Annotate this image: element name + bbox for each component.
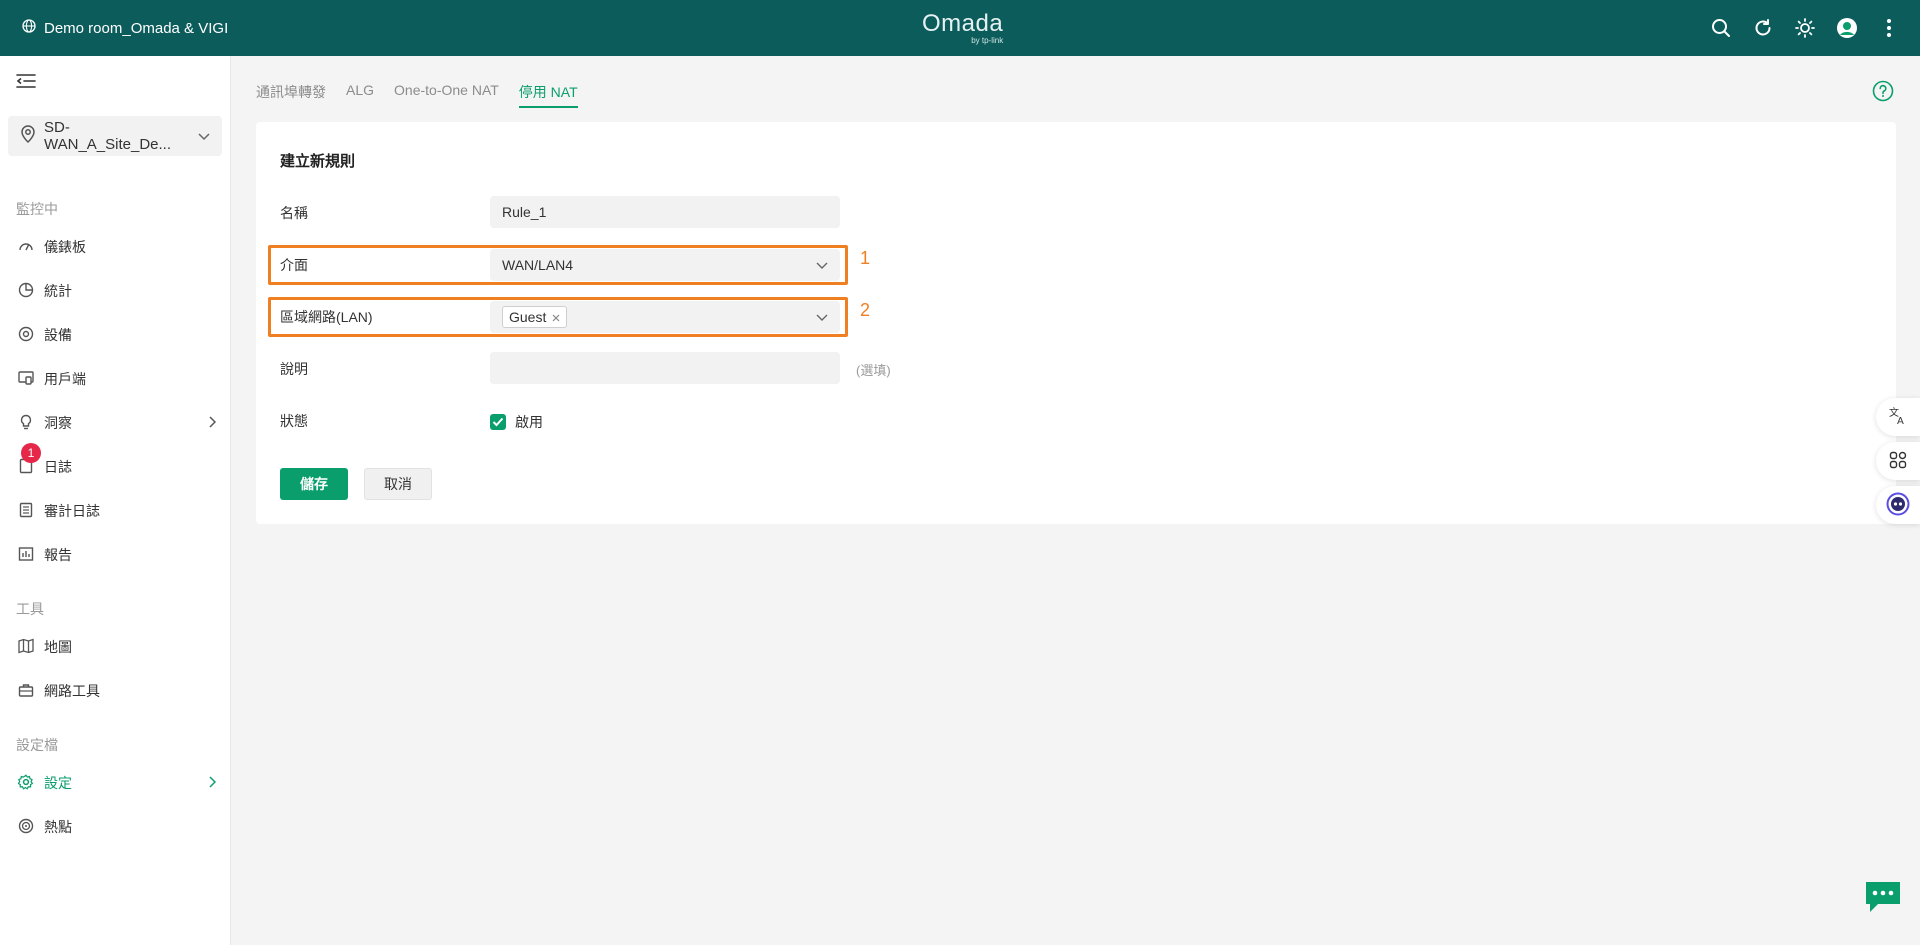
sidebar-item-label: 設定 — [44, 775, 72, 791]
sidebar-item-label: 報告 — [44, 547, 72, 563]
tab-alg[interactable]: ALG — [346, 82, 374, 108]
interface-select[interactable]: WAN/LAN4 — [490, 249, 840, 281]
logo-sub: by tp-link — [971, 36, 1004, 45]
create-rule-card: 建立新規則 名稱 Rule_1 1 介面 WAN/LAN4 2 區域網路(LAN… — [256, 122, 1896, 524]
section-config: 設定檔 — [16, 737, 58, 753]
site-selector-label: SD-WAN_A_Site_De... — [44, 119, 171, 153]
assistant-widget[interactable] — [1876, 486, 1920, 524]
cancel-button[interactable]: 取消 — [364, 468, 432, 500]
sidebar-item-clients[interactable]: 用戶端 — [0, 361, 230, 397]
sidebar-item-label: 統計 — [44, 283, 72, 299]
sidebar-item-devices[interactable]: 設備 — [0, 317, 230, 353]
sidebar-item-label: 地圖 — [44, 639, 72, 655]
refresh-icon[interactable] — [1752, 17, 1774, 39]
lan-multiselect[interactable]: Guest — [490, 301, 840, 333]
collapse-menu-icon[interactable] — [16, 72, 38, 94]
tab-one-to-one-nat[interactable]: One-to-One NAT — [394, 82, 499, 108]
lightbulb-icon — [18, 414, 34, 433]
globe-icon — [22, 19, 36, 37]
interface-label: 介面 — [280, 257, 308, 273]
chat-support-icon[interactable] — [1864, 880, 1902, 914]
audit-list-icon — [18, 502, 34, 521]
chevron-down-icon — [816, 309, 828, 325]
logo-brand: Omada — [922, 10, 1004, 37]
sidebar-item-statistics[interactable]: 統計 — [0, 273, 230, 309]
section-tools: 工具 — [16, 601, 44, 617]
annotation-number-2: 2 — [860, 300, 871, 320]
search-icon[interactable] — [1710, 17, 1732, 39]
interface-select-value: WAN/LAN4 — [502, 257, 574, 273]
enable-checkbox[interactable]: 啟用 — [490, 412, 543, 432]
description-label: 說明 — [280, 361, 308, 377]
section-monitoring: 監控中 — [16, 201, 58, 217]
save-button[interactable]: 儲存 — [280, 468, 348, 500]
sidebar-item-label: 設備 — [44, 327, 72, 343]
site-title[interactable]: Demo room_Omada & VIGI — [22, 0, 228, 56]
lan-label: 區域網路(LAN) — [280, 309, 373, 325]
sidebar-item-label: 儀錶板 — [44, 239, 86, 255]
chevron-right-icon — [208, 415, 217, 431]
nat-tabs: 通訊埠轉發 ALG One-to-One NAT 停用 NAT — [256, 82, 578, 108]
form-title: 建立新規則 — [280, 153, 356, 170]
svg-text:A: A — [1897, 416, 1904, 426]
sidebar-item-label: 日誌 — [44, 459, 72, 475]
sidebar-item-label: 熱點 — [44, 819, 72, 835]
bar-chart-icon — [18, 546, 34, 565]
clients-icon — [18, 370, 34, 389]
status-label: 狀態 — [280, 413, 308, 429]
name-input-value: Rule_1 — [502, 204, 547, 220]
close-icon[interactable] — [552, 309, 560, 325]
hotspot-icon — [18, 818, 34, 837]
theme-sun-icon[interactable] — [1794, 17, 1816, 39]
ai-assistant-icon — [1886, 492, 1910, 519]
sidebar-item-logs[interactable]: 日誌 1 — [0, 443, 230, 485]
sidebar-item-network-tools[interactable]: 網路工具 — [0, 673, 230, 709]
more-vertical-icon[interactable] — [1878, 17, 1900, 39]
translate-widget[interactable]: 文A — [1876, 398, 1920, 436]
sidebar-item-label: 網路工具 — [44, 683, 100, 699]
name-input[interactable]: Rule_1 — [490, 196, 840, 228]
pie-chart-icon — [18, 282, 34, 301]
chevron-down-icon — [816, 257, 828, 273]
toolbox-icon — [18, 682, 34, 701]
chevron-right-icon — [208, 775, 217, 791]
sidebar-item-reports[interactable]: 報告 — [0, 537, 230, 573]
tab-port-forwarding[interactable]: 通訊埠轉發 — [256, 82, 326, 108]
sidebar-item-hotspot[interactable]: 熱點 — [0, 809, 230, 845]
grid-icon — [1889, 451, 1907, 472]
help-icon[interactable] — [1872, 80, 1894, 102]
checkmark-icon — [490, 414, 506, 430]
sidebar-item-settings[interactable]: 設定 — [0, 765, 230, 801]
enable-checkbox-label: 啟用 — [515, 414, 543, 430]
device-icon — [18, 326, 34, 345]
chevron-down-icon — [198, 128, 210, 145]
sidebar-item-map[interactable]: 地圖 — [0, 629, 230, 665]
annotation-number-1: 1 — [860, 248, 871, 268]
sidebar-item-dashboard[interactable]: 儀錶板 — [0, 229, 230, 265]
name-label: 名稱 — [280, 205, 308, 221]
sidebar-item-label: 洞察 — [44, 415, 72, 431]
site-selector[interactable]: SD-WAN_A_Site_De... — [8, 116, 222, 156]
location-pin-icon — [20, 125, 36, 147]
notification-badge: 1 — [21, 443, 41, 463]
dashboard-gauge-icon — [18, 238, 34, 257]
map-icon — [18, 638, 34, 657]
sidebar: SD-WAN_A_Site_De... 監控中 儀錶板 統計 設備 用戶端 洞察… — [0, 56, 231, 945]
omada-logo: Omada by tp-link — [922, 12, 1003, 45]
lan-tag-label: Guest — [509, 309, 547, 325]
top-bar: Demo room_Omada & VIGI Omada by tp-link — [0, 0, 1920, 56]
apps-widget[interactable] — [1876, 442, 1920, 480]
sidebar-item-insights[interactable]: 洞察 — [0, 405, 230, 441]
user-avatar-icon[interactable] — [1836, 17, 1858, 39]
optional-hint: (選填) — [856, 363, 891, 378]
gear-icon — [17, 773, 34, 793]
site-name: Demo room_Omada & VIGI — [44, 19, 229, 37]
lan-tag-guest: Guest — [502, 306, 568, 328]
sidebar-item-label: 用戶端 — [44, 371, 86, 387]
sidebar-item-audit-logs[interactable]: 審計日誌 — [0, 493, 230, 529]
translate-icon: 文A — [1888, 406, 1908, 429]
sidebar-item-label: 審計日誌 — [44, 503, 100, 519]
description-input[interactable] — [490, 352, 840, 384]
tab-disable-nat[interactable]: 停用 NAT — [518, 82, 578, 108]
